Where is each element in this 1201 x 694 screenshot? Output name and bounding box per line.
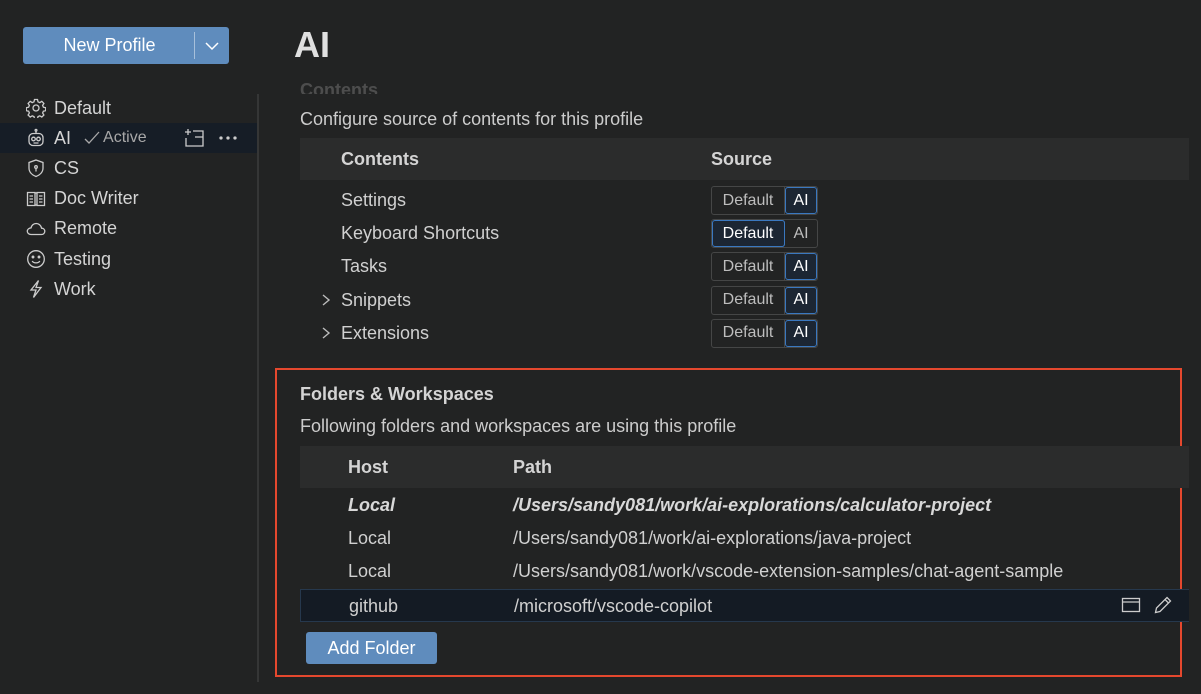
sidebar-item-label: Testing xyxy=(54,248,112,269)
sidebar-item-doc-writer[interactable]: Doc Writer xyxy=(0,184,257,214)
header-source: Source xyxy=(711,149,773,169)
content-name: Snippets xyxy=(341,289,412,310)
folder-row[interactable]: Local/Users/sandy081/work/vscode-extensi… xyxy=(300,555,1189,588)
sidebar-item-work[interactable]: Work xyxy=(0,274,257,304)
folder-path: /microsoft/vscode-copilot xyxy=(514,595,713,616)
add-folder-button[interactable]: Add Folder xyxy=(306,632,437,664)
content-name: Keyboard Shortcuts xyxy=(341,223,500,244)
folders-table-header: Host Path xyxy=(300,446,1189,488)
check-icon xyxy=(84,131,100,145)
source-toggle: Default AI xyxy=(711,318,818,348)
content-name: Extensions xyxy=(341,322,430,343)
folder-path: /Users/sandy081/work/ai-explorations/jav… xyxy=(513,528,912,549)
cloud-icon xyxy=(25,218,47,240)
folder-row[interactable]: github/microsoft/vscode-copilot xyxy=(300,588,1189,622)
open-in-window-icon[interactable] xyxy=(1121,595,1141,615)
robot-icon xyxy=(25,127,47,149)
source-option-default[interactable]: Default xyxy=(712,286,785,314)
source-toggle: Default AI xyxy=(711,219,818,249)
source-option-default[interactable]: Default xyxy=(712,187,785,214)
source-option-ai[interactable]: AI xyxy=(785,319,817,347)
contents-row: Extensions Default AI xyxy=(300,317,1189,350)
row-actions xyxy=(1121,595,1173,615)
sidebar-item-label: Default xyxy=(54,97,112,118)
sidebar-item-label: Doc Writer xyxy=(54,188,139,209)
contents-row: Keyboard Shortcuts Default AI xyxy=(300,217,1189,250)
contents-row: Snippets Default AI xyxy=(300,284,1189,317)
source-option-default[interactable]: Default xyxy=(712,253,785,281)
new-window-icon[interactable] xyxy=(183,128,205,148)
book-icon xyxy=(25,188,47,210)
folder-host: Local xyxy=(348,561,392,582)
smiley-icon xyxy=(25,248,47,270)
shield-icon xyxy=(25,157,47,179)
folders-section-title: Folders & Workspaces xyxy=(300,384,494,404)
header-host: Host xyxy=(348,457,388,477)
source-option-ai[interactable]: AI xyxy=(785,220,817,247)
content-name: Tasks xyxy=(341,256,388,277)
source-option-default[interactable]: Default xyxy=(712,220,785,248)
sidebar-item-label: CS xyxy=(54,157,80,178)
folder-row[interactable]: Local/Users/sandy081/work/ai-exploration… xyxy=(300,489,1189,522)
edit-pencil-icon[interactable] xyxy=(1153,595,1173,615)
contents-row: Settings Default AI xyxy=(300,184,1189,217)
content-name: Settings xyxy=(341,190,407,210)
folders-description: Following folders and workspaces are usi… xyxy=(300,416,737,436)
source-option-default[interactable]: Default xyxy=(712,319,785,347)
source-toggle: Default AI xyxy=(711,252,818,282)
folder-host: github xyxy=(349,595,399,616)
folder-row[interactable]: Local/Users/sandy081/work/ai-exploration… xyxy=(300,522,1189,555)
source-option-ai[interactable]: AI xyxy=(785,187,817,214)
new-profile-dropdown[interactable] xyxy=(195,41,229,51)
sidebar-item-label: Remote xyxy=(54,218,118,239)
contents-table-header: Contents Source xyxy=(300,138,1189,180)
folder-path: /Users/sandy081/work/ai-explorations/cal… xyxy=(513,495,992,515)
source-option-ai[interactable]: AI xyxy=(785,286,817,314)
active-label: Active xyxy=(103,129,147,147)
more-actions-icon[interactable] xyxy=(217,128,239,148)
contents-description: Configure source of contents for this pr… xyxy=(300,109,644,129)
header-path: Path xyxy=(513,457,553,477)
profile-actions xyxy=(183,123,239,153)
sidebar-item-remote[interactable]: Remote xyxy=(0,214,257,244)
page-title: AI xyxy=(294,24,330,65)
chevron-right-icon[interactable] xyxy=(319,292,333,308)
sidebar-item-default[interactable]: Default xyxy=(0,93,257,123)
new-profile-label: New Profile xyxy=(63,35,156,55)
gear-icon xyxy=(25,97,47,119)
sidebar-item-ai[interactable]: AI Active xyxy=(0,123,257,154)
header-contents: Contents xyxy=(341,149,419,169)
folder-host: Local xyxy=(348,495,396,515)
sash-divider[interactable] xyxy=(257,94,259,682)
sidebar-item-label: Work xyxy=(54,278,96,299)
profiles-list: Default AI Active CS Doc Writer Remote T… xyxy=(0,93,257,304)
folder-host: Local xyxy=(348,528,392,549)
sidebar-item-testing[interactable]: Testing xyxy=(0,244,257,274)
lightning-icon xyxy=(25,278,47,300)
new-profile-button[interactable]: New Profile xyxy=(23,27,229,64)
source-option-ai[interactable]: AI xyxy=(785,253,817,281)
sidebar-item-label: AI xyxy=(54,127,72,148)
contents-heading: Contents xyxy=(300,80,378,94)
contents-row: Tasks Default AI xyxy=(300,250,1189,283)
sidebar-item-cs[interactable]: CS xyxy=(0,153,257,183)
source-toggle: Default AI xyxy=(711,186,818,215)
chevron-right-icon[interactable] xyxy=(319,325,333,341)
chevron-down-icon xyxy=(205,41,219,50)
folder-path: /Users/sandy081/work/vscode-extension-sa… xyxy=(513,561,1064,582)
source-toggle: Default AI xyxy=(711,285,818,315)
active-badge: Active xyxy=(83,129,147,147)
